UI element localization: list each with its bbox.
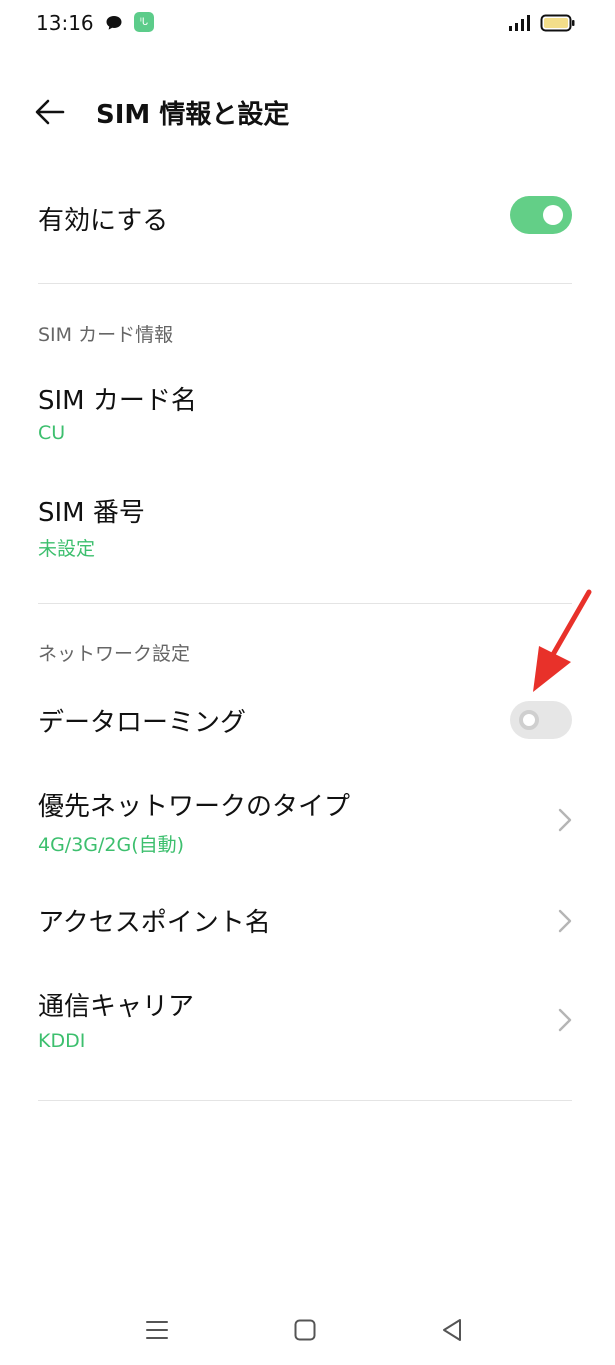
battery-icon (540, 14, 575, 32)
data-roaming-toggle[interactable] (510, 701, 572, 739)
app-notification-icon: ᑊᒐ (134, 12, 154, 32)
chevron-right-icon (558, 808, 572, 832)
sim-card-name-row[interactable]: SIM カード名 CU (0, 370, 615, 460)
sim-card-name-value: CU (38, 422, 66, 444)
section-label-network: ネットワーク設定 (38, 643, 191, 665)
data-roaming-row[interactable]: データローミング (0, 688, 615, 752)
divider (38, 1100, 572, 1101)
apn-row[interactable]: アクセスポイント名 (0, 888, 615, 954)
menu-icon[interactable] (145, 1318, 169, 1342)
carrier-title: 通信キャリア (38, 992, 195, 1022)
enable-label: 有効にする (38, 206, 169, 236)
status-bar: 13:16 ᑊᒐ (0, 0, 615, 48)
divider (38, 283, 572, 284)
chevron-right-icon (558, 909, 572, 933)
enable-toggle[interactable] (510, 196, 572, 234)
carrier-value: KDDI (38, 1030, 86, 1052)
carrier-row[interactable]: 通信キャリア KDDI (0, 980, 615, 1070)
toggle-knob (543, 205, 563, 225)
section-label-sim-info: SIM カード情報 (38, 324, 174, 346)
status-time: 13:16 (36, 11, 94, 35)
data-roaming-label: データローミング (38, 708, 247, 738)
app-header: SIM 情報と設定 (0, 80, 615, 144)
preferred-network-title: 優先ネットワークのタイプ (38, 792, 351, 822)
red-arrow-annotation-icon (533, 589, 592, 692)
home-square-icon[interactable] (293, 1318, 317, 1342)
apn-title: アクセスポイント名 (38, 908, 271, 938)
system-nav-bar (0, 1300, 615, 1365)
sim-number-value: 未設定 (38, 538, 96, 560)
arrow-left-icon[interactable] (30, 94, 70, 130)
sim-card-name-title: SIM カード名 (38, 386, 197, 416)
chevron-right-icon (558, 1008, 572, 1032)
enable-row[interactable]: 有効にする (0, 180, 615, 252)
back-triangle-icon[interactable] (440, 1317, 464, 1343)
preferred-network-row[interactable]: 優先ネットワークのタイプ 4G/3G/2G(自動) (0, 780, 615, 870)
divider (38, 603, 572, 604)
signal-strength-icon (509, 15, 530, 31)
page-title: SIM 情報と設定 (96, 100, 290, 130)
sim-number-row[interactable]: SIM 番号 未設定 (0, 482, 615, 572)
sim-number-title: SIM 番号 (38, 498, 145, 528)
preferred-network-value: 4G/3G/2G(自動) (38, 834, 185, 856)
chat-bubble-icon (106, 16, 122, 30)
toggle-knob (519, 710, 539, 730)
app-badge-text: ᑊᒐ (139, 16, 149, 28)
